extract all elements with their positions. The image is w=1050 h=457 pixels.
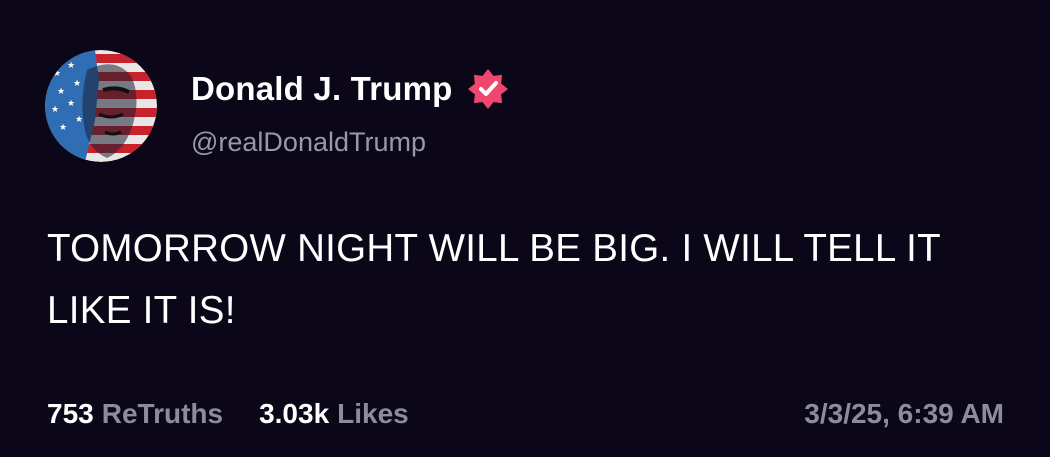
svg-text:★: ★ <box>67 99 75 109</box>
post-text: TOMORROW NIGHT WILL BE BIG. I WILL TELL … <box>47 227 941 332</box>
retruths-stat[interactable]: 753 ReTruths <box>47 398 223 430</box>
svg-text:★: ★ <box>59 123 67 133</box>
retruths-count: 753 <box>47 398 94 429</box>
svg-text:★: ★ <box>57 87 65 97</box>
retruths-label: ReTruths <box>101 398 224 429</box>
flag-portrait-avatar: ★★ ★★ ★★ ★★ <box>45 50 157 162</box>
truth-post: ★★ ★★ ★★ ★★ Donald J. Trump @realDon <box>0 0 1050 457</box>
svg-text:★: ★ <box>67 61 75 71</box>
likes-label: Likes <box>337 398 409 429</box>
verified-badge-icon <box>467 69 508 109</box>
likes-count: 3.03k <box>259 398 330 429</box>
svg-text:★: ★ <box>51 105 59 115</box>
likes-stat[interactable]: 3.03k Likes <box>259 398 409 430</box>
post-stats: 753 ReTruths 3.03k Likes <box>47 398 409 430</box>
author-avatar[interactable]: ★ ★ ★ ★ ★ ★ ★ ★ <box>45 50 157 162</box>
author-handle[interactable]: @realDonaldTrump <box>191 127 426 158</box>
svg-text:★: ★ <box>73 79 81 89</box>
svg-text:★: ★ <box>53 69 61 79</box>
author-display-name[interactable]: Donald J. Trump <box>191 70 453 108</box>
post-timestamp[interactable]: 3/3/25, 6:39 AM <box>804 398 1004 430</box>
author-name-row: Donald J. Trump <box>191 68 511 110</box>
svg-text:★: ★ <box>75 115 83 125</box>
